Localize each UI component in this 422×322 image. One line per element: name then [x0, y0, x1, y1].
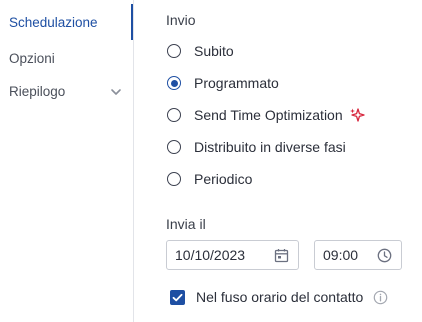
radio-label: Subito: [194, 43, 234, 59]
date-field[interactable]: [166, 240, 299, 270]
radio-button[interactable]: [167, 140, 181, 154]
radio-subito[interactable]: Subito: [167, 41, 234, 61]
check-icon: [172, 293, 183, 301]
time-input[interactable]: [315, 247, 377, 263]
timezone-checkbox[interactable]: [170, 289, 185, 305]
timezone-option[interactable]: Nel fuso orario del contatto: [170, 289, 388, 305]
info-icon[interactable]: [373, 290, 388, 305]
sidebar-item-riepilogo[interactable]: Riepilogo: [9, 84, 65, 100]
schedule-panel: Invio Subito Programmato Send Time Optim…: [134, 0, 422, 322]
time-field[interactable]: [314, 240, 402, 270]
radio-send-time-optimization[interactable]: Send Time Optimization: [167, 105, 365, 125]
radio-button[interactable]: [167, 44, 181, 58]
sidebar-item-schedulazione[interactable]: Schedulazione: [9, 15, 98, 31]
radio-button[interactable]: [167, 108, 181, 122]
radio-label: Send Time Optimization: [194, 107, 343, 123]
date-input[interactable]: [167, 247, 274, 263]
sidebar-item-opzioni[interactable]: Opzioni: [9, 51, 55, 67]
radio-button[interactable]: [167, 76, 181, 90]
radio-periodico[interactable]: Periodico: [167, 169, 252, 189]
chevron-down-icon[interactable]: [109, 85, 123, 99]
radio-programmato[interactable]: Programmato: [167, 73, 279, 93]
send-section-label: Invio: [166, 12, 196, 28]
sparkle-icon: [349, 108, 365, 122]
radio-label: Programmato: [194, 75, 279, 91]
calendar-icon[interactable]: [274, 248, 289, 263]
send-date-label: Invia il: [166, 216, 206, 232]
sidebar: Schedulazione Opzioni Riepilogo: [0, 0, 132, 322]
radio-button[interactable]: [167, 172, 181, 186]
radio-label: Periodico: [194, 171, 253, 187]
clock-icon[interactable]: [377, 248, 392, 263]
radio-label: Distribuito in diverse fasi: [194, 139, 346, 155]
timezone-label: Nel fuso orario del contatto: [196, 289, 364, 305]
radio-distribuito[interactable]: Distribuito in diverse fasi: [167, 137, 346, 157]
